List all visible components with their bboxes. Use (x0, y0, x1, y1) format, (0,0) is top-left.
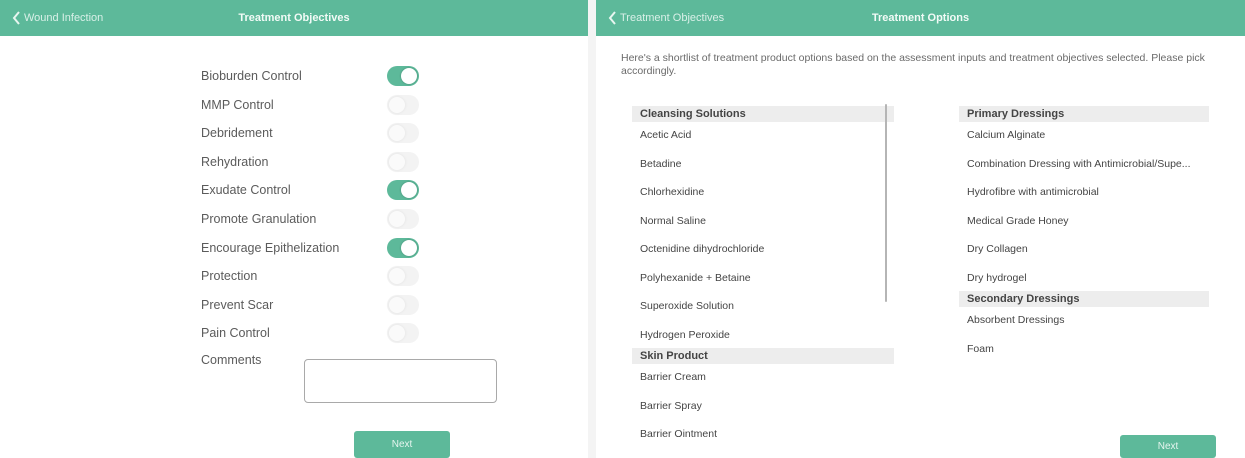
treatment-options-screen: Treatment Objectives Treatment Options H… (596, 0, 1245, 458)
toggle-knob (389, 96, 405, 113)
objective-row: MMP Control (201, 93, 441, 121)
section-header: Primary Dressings (959, 106, 1209, 122)
toggle-knob (389, 325, 405, 342)
objective-label: Exudate Control (201, 183, 291, 198)
objective-row: Promote Granulation (201, 207, 441, 235)
objective-row: Protection (201, 264, 441, 292)
objective-label: Pain Control (201, 326, 270, 341)
option-item[interactable]: Dry Collagen (967, 242, 1028, 256)
option-item[interactable]: Polyhexanide + Betaine (640, 271, 751, 285)
next-button[interactable]: Next (354, 431, 450, 458)
option-item[interactable]: Calcium Alginate (967, 128, 1045, 142)
objective-toggle[interactable] (387, 209, 419, 229)
objective-row: Encourage Epithelization (201, 236, 441, 264)
objective-toggle[interactable] (387, 180, 419, 201)
objective-toggle[interactable] (387, 151, 419, 172)
section-header: Cleansing Solutions (632, 106, 894, 122)
option-item[interactable]: Octenidine dihydrochloride (640, 242, 764, 256)
page-title: Treatment Objectives (238, 12, 350, 24)
option-item[interactable]: Barrier Spray (640, 399, 702, 413)
objective-toggle[interactable] (387, 294, 419, 315)
toggle-knob (389, 268, 405, 285)
objective-row: Prevent Scar (201, 293, 441, 321)
screen-divider (588, 0, 596, 458)
objective-row: Rehydration (201, 150, 441, 178)
toggle-knob (401, 239, 417, 256)
option-item[interactable]: Chlorhexidine (640, 185, 704, 199)
option-item[interactable]: Hydrofibre with antimicrobial (967, 185, 1099, 199)
objective-row: Pain Control (201, 321, 441, 349)
page-title: Treatment Options (871, 12, 970, 24)
objective-label: Rehydration (201, 154, 269, 169)
toggle-knob (389, 211, 405, 227)
objective-label: Encourage Epithelization (201, 240, 340, 255)
option-item[interactable]: Foam (967, 342, 994, 356)
treatment-objectives-screen: Wound Infection Treatment Objectives Bio… (0, 0, 588, 458)
intro-text: Here's a shortlist of treatment product … (621, 52, 1205, 77)
objective-label: Bioburden Control (201, 69, 302, 83)
toggle-knob (389, 296, 405, 313)
objective-label: Debridement (201, 126, 273, 141)
section-header: Secondary Dressings (959, 291, 1209, 307)
option-item[interactable]: Superoxide Solution (640, 299, 734, 313)
toggle-knob (389, 125, 405, 142)
toggle-knob (401, 182, 417, 199)
objective-row: Bioburden Control (201, 64, 441, 92)
objective-label: Prevent Scar (201, 297, 274, 312)
option-item[interactable]: Hydrogen Peroxide (640, 328, 730, 342)
option-item[interactable]: Acetic Acid (640, 128, 691, 142)
option-item[interactable]: Betadine (640, 157, 681, 171)
objective-toggle[interactable] (387, 323, 419, 344)
next-button[interactable]: Next (1120, 435, 1216, 458)
objective-toggle[interactable] (387, 237, 419, 258)
scrollbar[interactable] (885, 104, 887, 302)
objective-toggle[interactable] (387, 66, 419, 86)
objective-row: Exudate Control (201, 178, 441, 206)
objective-label: MMP Control (201, 97, 274, 112)
objective-toggle[interactable] (387, 123, 419, 144)
option-item[interactable]: Barrier Cream (640, 370, 706, 384)
option-item[interactable]: Dry hydrogel (967, 271, 1027, 285)
toggle-knob (389, 153, 405, 170)
option-item[interactable]: Combination Dressing with Antimicrobial/… (967, 157, 1191, 171)
comments-label: Comments (201, 353, 262, 367)
objective-row: Debridement (201, 121, 441, 149)
comments-field[interactable] (304, 359, 497, 403)
objective-label: Promote Granulation (201, 212, 317, 226)
objective-label: Protection (201, 269, 258, 284)
objective-toggle[interactable] (387, 266, 419, 287)
option-item[interactable]: Absorbent Dressings (967, 313, 1064, 327)
toggle-knob (401, 68, 417, 84)
section-header: Skin Product (632, 348, 894, 364)
option-item[interactable]: Normal Saline (640, 214, 706, 228)
option-item[interactable]: Barrier Ointment (640, 427, 717, 441)
nav-bar: Treatment Objectives Treatment Options (596, 0, 1245, 36)
option-item[interactable]: Medical Grade Honey (967, 214, 1069, 228)
nav-bar: Wound Infection Treatment Objectives (0, 0, 588, 36)
objective-toggle[interactable] (387, 94, 419, 115)
